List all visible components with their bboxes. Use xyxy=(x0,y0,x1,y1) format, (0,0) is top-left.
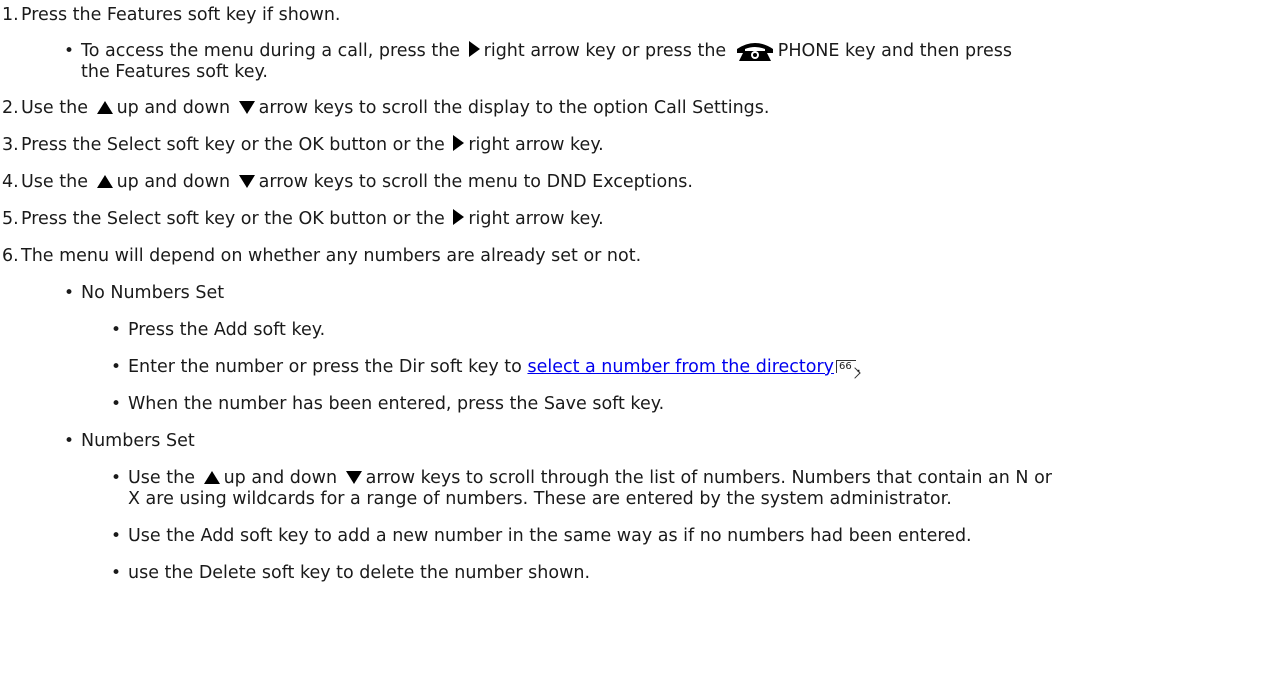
right-arrow-icon xyxy=(453,135,465,151)
item-text-post: arrow keys to scroll through the list of… xyxy=(365,468,1052,488)
down-arrow-icon xyxy=(345,471,362,484)
step-text-pre: Press the Select soft key or the OK butt… xyxy=(21,209,445,229)
sub-text-post: PHONE key and then press xyxy=(777,41,1012,61)
down-arrow-icon xyxy=(238,175,255,188)
right-arrow-icon xyxy=(453,209,465,225)
item-text-pre: Use the xyxy=(128,468,195,488)
item-text: Enter the number or press the Dir soft k… xyxy=(128,357,522,377)
sub-text-mid: right arrow key or press the xyxy=(483,41,727,61)
numbers-set-scroll-line2: X are using wildcards for a range of num… xyxy=(128,489,952,509)
sub-text-line2: the Features soft key. xyxy=(81,62,268,82)
step-text-post: right arrow key. xyxy=(468,209,604,229)
step-number: 3. xyxy=(2,135,19,155)
step-number: 5. xyxy=(2,209,19,229)
sub-text-pre: To access the menu during a call, press … xyxy=(81,41,461,61)
bullet: • xyxy=(111,357,122,377)
up-arrow-icon xyxy=(203,471,220,484)
step-text-post: arrow keys to scroll the menu to DND Exc… xyxy=(258,172,693,192)
step-number: 2. xyxy=(2,98,19,118)
down-arrow-icon xyxy=(238,101,255,114)
bullet: • xyxy=(64,431,75,451)
item-text-mid: up and down xyxy=(223,468,338,488)
page-reference[interactable]: 66 xyxy=(836,360,856,373)
step-text-pre: Use the xyxy=(21,98,88,118)
up-arrow-icon xyxy=(96,101,113,114)
bullet: • xyxy=(111,468,122,488)
heading-text: Numbers Set xyxy=(81,431,195,451)
bullet: • xyxy=(64,41,75,61)
bullet: • xyxy=(111,320,122,340)
heading-text: No Numbers Set xyxy=(81,283,225,303)
item-text: When the number has been entered, press … xyxy=(128,394,665,414)
step-number: 6. xyxy=(2,246,19,266)
bullet: • xyxy=(64,283,75,303)
bullet: • xyxy=(111,394,122,414)
item-text: use the Delete soft key to delete the nu… xyxy=(128,563,591,583)
bullet: • xyxy=(111,563,122,583)
step-text-mid: up and down xyxy=(116,98,231,118)
bullet: • xyxy=(111,526,122,546)
step-text: Press the Features soft key if shown. xyxy=(21,5,341,25)
step-text-pre: Press the Select soft key or the OK butt… xyxy=(21,135,445,155)
item-text: Press the Add soft key. xyxy=(128,320,326,340)
step-text-pre: Use the xyxy=(21,172,88,192)
step-text-post: arrow keys to scroll the display to the … xyxy=(258,98,770,118)
phone-icon xyxy=(736,43,773,61)
step-number: 4. xyxy=(2,172,19,192)
up-arrow-icon xyxy=(96,175,113,188)
step-text-mid: up and down xyxy=(116,172,231,192)
item-text: Use the Add soft key to add a new number… xyxy=(128,526,972,546)
directory-link[interactable]: select a number from the directory xyxy=(527,357,834,377)
step-text-post: right arrow key. xyxy=(468,135,604,155)
step-text: The menu will depend on whether any numb… xyxy=(21,246,642,266)
right-arrow-icon xyxy=(468,41,480,57)
step-number: 1. xyxy=(2,5,19,25)
